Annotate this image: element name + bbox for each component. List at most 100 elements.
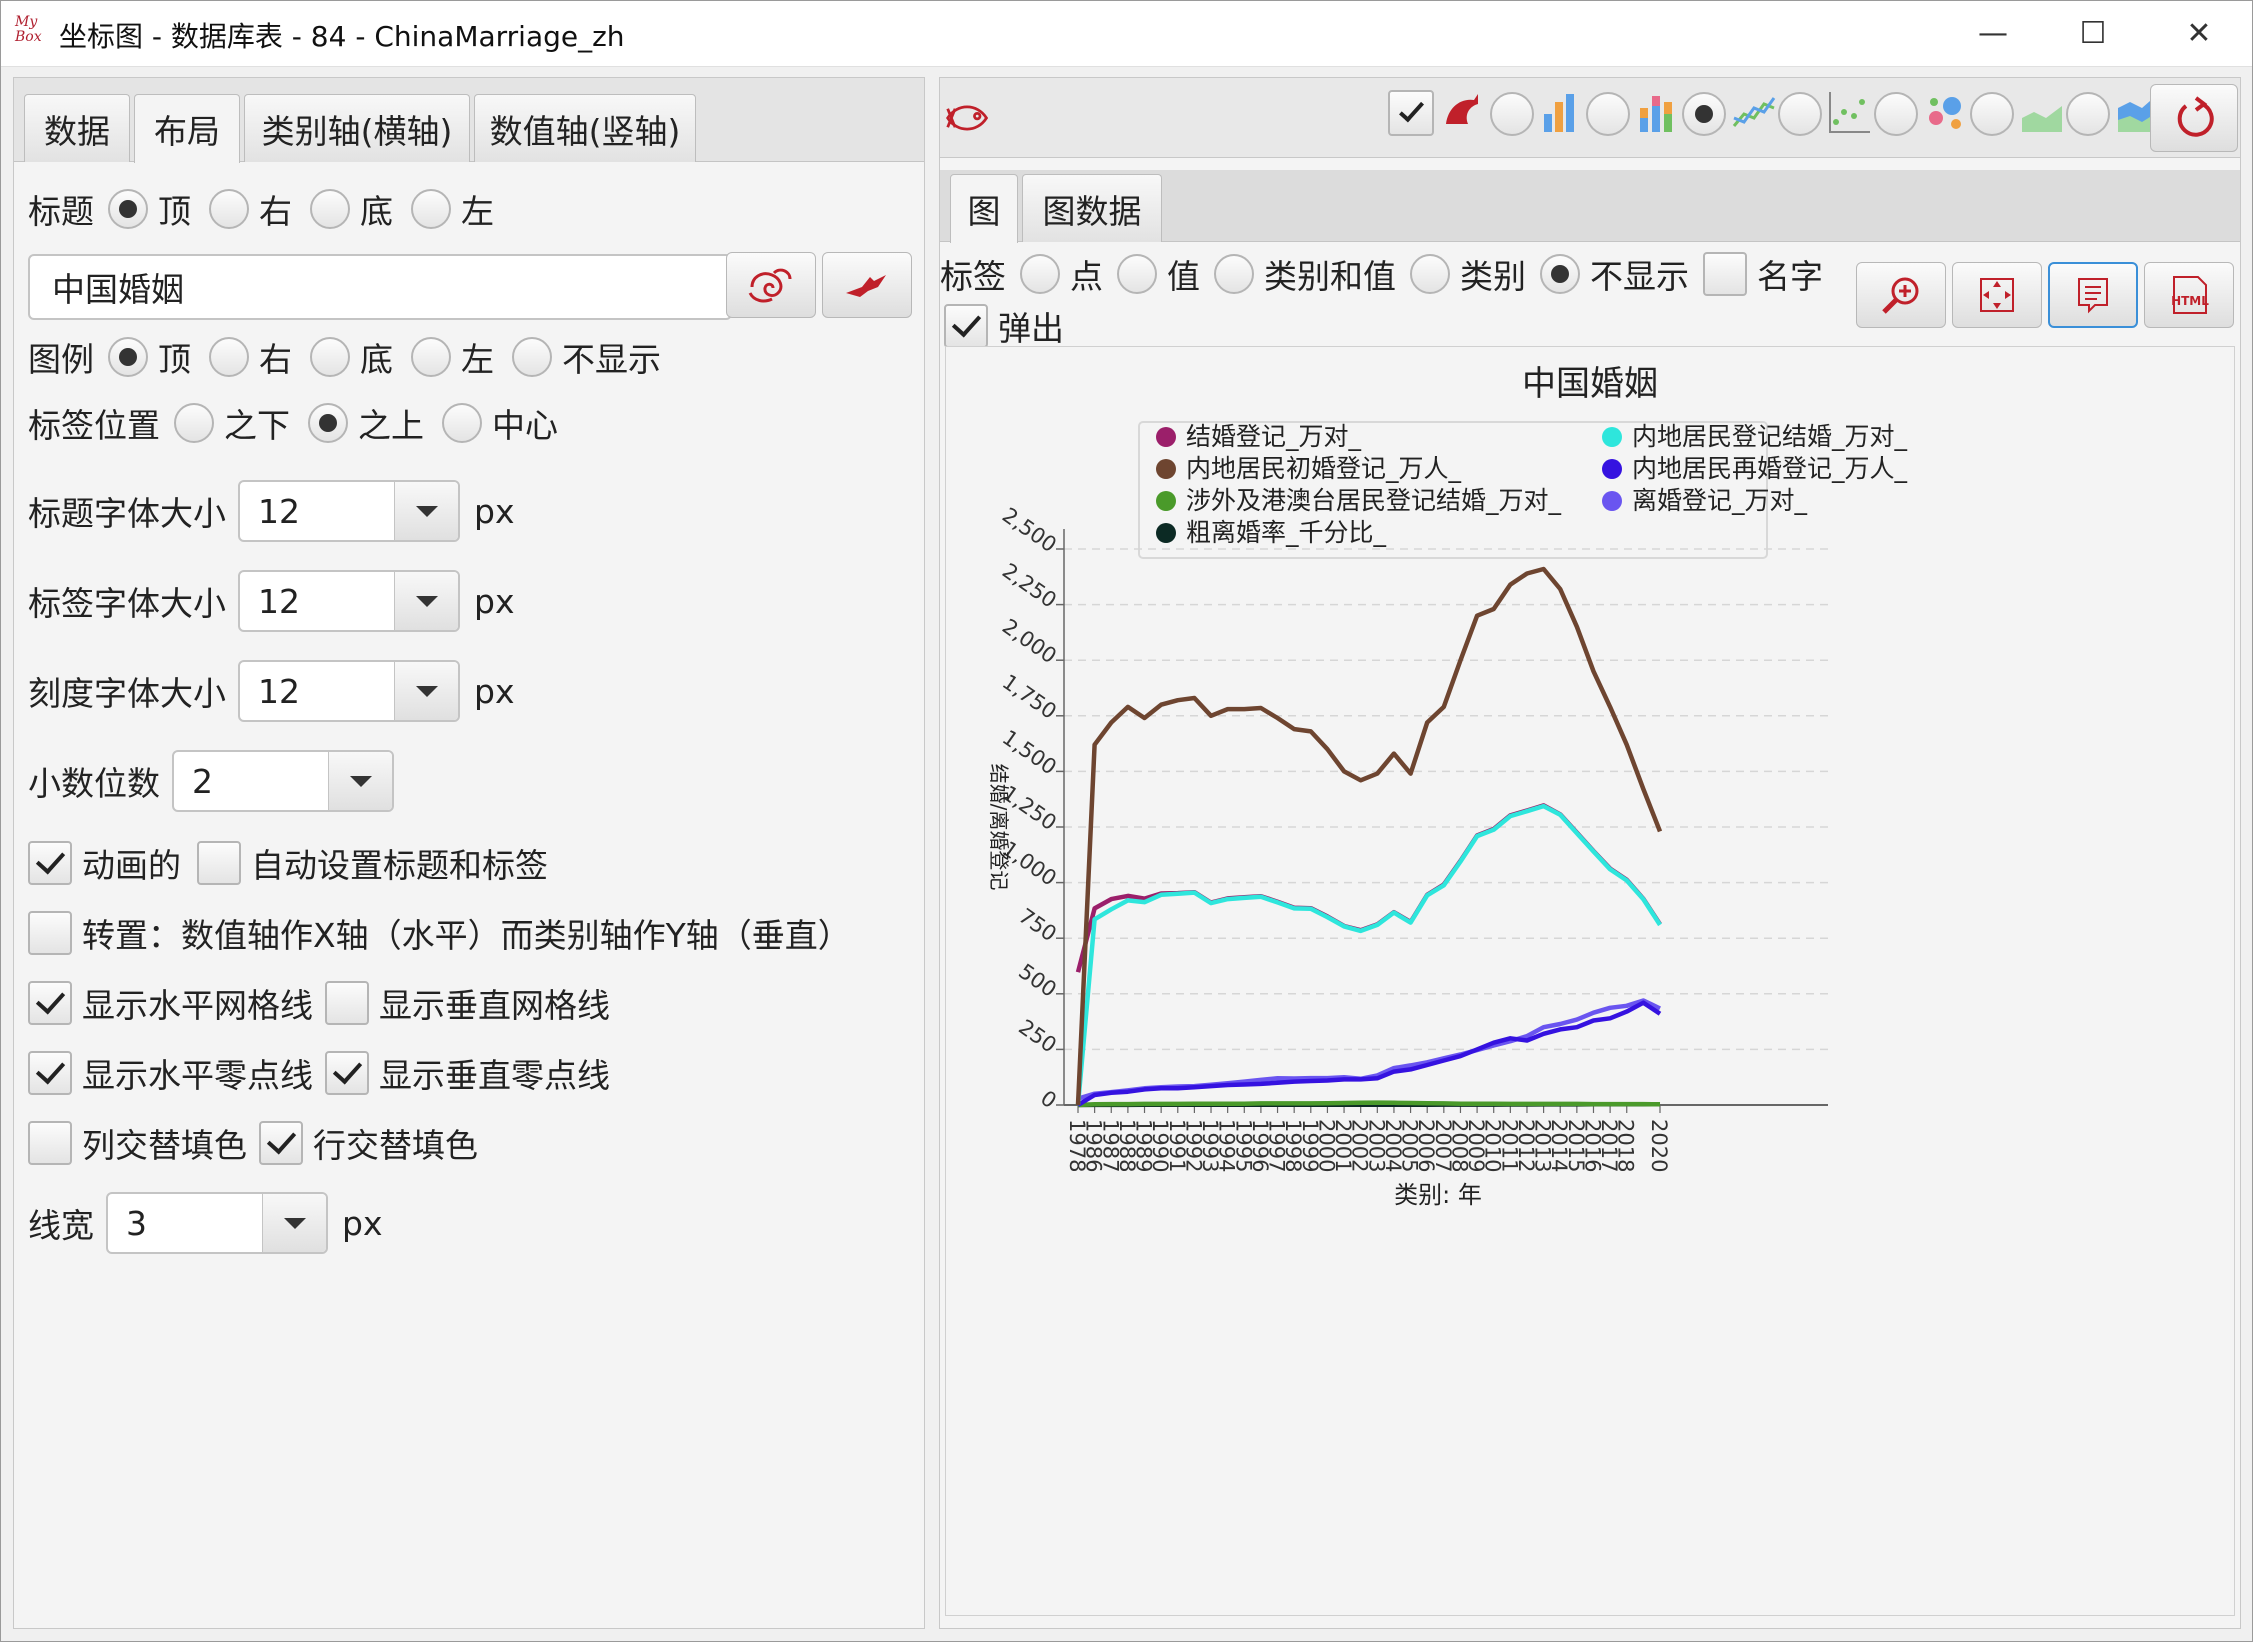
- radio-bar-chart[interactable]: [1490, 92, 1534, 136]
- chevron-down-icon[interactable]: [394, 662, 458, 720]
- legend-marker[interactable]: [1156, 459, 1176, 479]
- radio-legend-top-label: 顶: [158, 340, 191, 379]
- radio-label-category[interactable]: [1410, 254, 1450, 294]
- legend-marker[interactable]: [1156, 523, 1176, 543]
- radio-line-chart[interactable]: [1682, 92, 1726, 136]
- chevron-down-icon[interactable]: [394, 572, 458, 630]
- legend-label[interactable]: 结婚登记_万对_: [1186, 422, 1362, 451]
- legend-marker[interactable]: [1602, 427, 1622, 447]
- name-checkbox[interactable]: [1703, 252, 1747, 296]
- tick-font-size-combo[interactable]: 12: [238, 660, 460, 722]
- radio-label-hide[interactable]: [1540, 254, 1580, 294]
- series-line[interactable]: [1075, 566, 1663, 1106]
- animated-checkbox[interactable]: [28, 841, 72, 885]
- radio-area-chart[interactable]: [1970, 92, 2014, 136]
- legend-marker[interactable]: [1156, 491, 1176, 511]
- radio-stacked-area-chart[interactable]: [2066, 92, 2110, 136]
- animated-label: 动画的: [82, 846, 181, 885]
- fit-size-button[interactable]: [1952, 262, 2042, 328]
- tab-data[interactable]: 数据: [24, 94, 130, 162]
- settings-tab-bar: 数据 布局 类别轴(横轴) 数值轴(竖轴): [14, 78, 924, 163]
- row-alt-checkbox[interactable]: [259, 1121, 303, 1165]
- refresh-button[interactable]: [2150, 84, 2238, 152]
- series-line[interactable]: [1077, 1100, 1661, 1108]
- popup-checkbox[interactable]: [944, 304, 988, 348]
- fish-logo-icon[interactable]: [944, 94, 992, 142]
- legend-label[interactable]: 内地居民再婚登记_万人_: [1632, 454, 1908, 483]
- chevron-down-icon[interactable]: [394, 482, 458, 540]
- minimize-button[interactable]: —: [1963, 11, 2023, 55]
- radio-label-center[interactable]: [442, 403, 482, 443]
- radio-label-category-value[interactable]: [1214, 254, 1254, 294]
- transpose-checkbox[interactable]: [28, 911, 72, 955]
- v-grid-checkbox[interactable]: [325, 981, 369, 1025]
- decimal-places-value: 2: [192, 761, 213, 801]
- h-grid-label: 显示水平网格线: [82, 986, 313, 1025]
- radio-title-left[interactable]: [411, 189, 451, 229]
- legend-marker[interactable]: [1602, 491, 1622, 511]
- legend-label[interactable]: 离婚登记_万对_: [1632, 486, 1808, 515]
- radio-scatter-chart[interactable]: [1778, 92, 1822, 136]
- title-font-size-combo[interactable]: 12: [238, 480, 460, 542]
- label-font-size-combo[interactable]: 12: [238, 570, 460, 632]
- tab-chart-data[interactable]: 图数据: [1022, 174, 1162, 242]
- radio-legend-left[interactable]: [411, 337, 451, 377]
- close-button[interactable]: ✕: [2169, 11, 2229, 55]
- radio-bubble-chart[interactable]: [1874, 92, 1918, 136]
- layout-settings-panel: 数据 布局 类别轴(横轴) 数值轴(竖轴) 标题 顶 右 底 左 中国婚姻 图例…: [13, 77, 925, 1629]
- radio-label-below[interactable]: [174, 403, 214, 443]
- title-position-row: 标题 顶 右 底 左: [28, 184, 494, 234]
- chevron-down-icon[interactable]: [262, 1194, 326, 1252]
- chart-title-input[interactable]: 中国婚姻: [28, 254, 732, 320]
- html-export-button[interactable]: HTML: [2144, 262, 2234, 328]
- v-zero-checkbox[interactable]: [325, 1051, 369, 1095]
- title-color-button[interactable]: [822, 252, 912, 318]
- maximize-button[interactable]: ☐: [2063, 11, 2123, 55]
- radio-title-left-label: 左: [461, 192, 494, 231]
- legend-marker[interactable]: [1602, 459, 1622, 479]
- title-position-label: 标题: [28, 192, 94, 231]
- chart-series: [1075, 566, 1663, 1108]
- radio-title-top[interactable]: [108, 189, 148, 229]
- radio-legend-bottom-label: 底: [360, 340, 393, 379]
- tab-value-axis[interactable]: 数值轴(竖轴): [474, 94, 696, 162]
- series-line[interactable]: [1075, 803, 1662, 1106]
- radio-title-right[interactable]: [209, 189, 249, 229]
- radio-legend-hide-label: 不显示: [562, 340, 661, 379]
- chart-gridlines: [1064, 548, 1828, 1051]
- legend-label[interactable]: 涉外及港澳台居民登记结婚_万对_: [1186, 486, 1562, 515]
- h-grid-checkbox[interactable]: [28, 981, 72, 1025]
- radio-label-above[interactable]: [308, 403, 348, 443]
- legend-label[interactable]: 内地居民登记结婚_万对_: [1632, 422, 1908, 451]
- chart-options-checkbox[interactable]: [1388, 90, 1434, 136]
- legend-marker[interactable]: [1156, 427, 1176, 447]
- legend-label[interactable]: 粗离婚率_千分比_: [1186, 518, 1387, 547]
- radio-title-bottom[interactable]: [310, 189, 350, 229]
- line-width-combo[interactable]: 3: [106, 1192, 328, 1254]
- y-tick-label: 750: [1014, 904, 1061, 947]
- auto-title-checkbox[interactable]: [197, 841, 241, 885]
- decimal-places-combo[interactable]: 2: [172, 750, 394, 812]
- radio-legend-top[interactable]: [108, 337, 148, 377]
- legend-label[interactable]: 内地居民初婚登记_万人_: [1186, 454, 1462, 483]
- zoom-in-button[interactable]: [1856, 262, 1946, 328]
- series-line[interactable]: [1076, 1000, 1662, 1107]
- y-tick-label: 250: [1014, 1015, 1061, 1058]
- tab-category-axis[interactable]: 类别轴(横轴): [244, 94, 470, 162]
- radio-label-point[interactable]: [1020, 254, 1060, 294]
- y-axis-title[interactable]: 结婚/离婚登记: [987, 764, 1011, 891]
- title-font-size-unit: px: [474, 491, 515, 531]
- mybox-app-icon: My Box: [15, 14, 42, 45]
- popup-view-button[interactable]: [2048, 262, 2138, 328]
- title-style-button[interactable]: [726, 252, 816, 318]
- radio-legend-hide[interactable]: [512, 337, 552, 377]
- tab-chart[interactable]: 图: [950, 174, 1018, 243]
- chevron-down-icon[interactable]: [328, 752, 392, 810]
- h-zero-checkbox[interactable]: [28, 1051, 72, 1095]
- radio-stacked-bar-chart[interactable]: [1586, 92, 1630, 136]
- tab-layout[interactable]: 布局: [134, 94, 240, 163]
- radio-legend-bottom[interactable]: [310, 337, 350, 377]
- col-alt-checkbox[interactable]: [28, 1121, 72, 1165]
- radio-legend-right[interactable]: [209, 337, 249, 377]
- radio-label-value[interactable]: [1117, 254, 1157, 294]
